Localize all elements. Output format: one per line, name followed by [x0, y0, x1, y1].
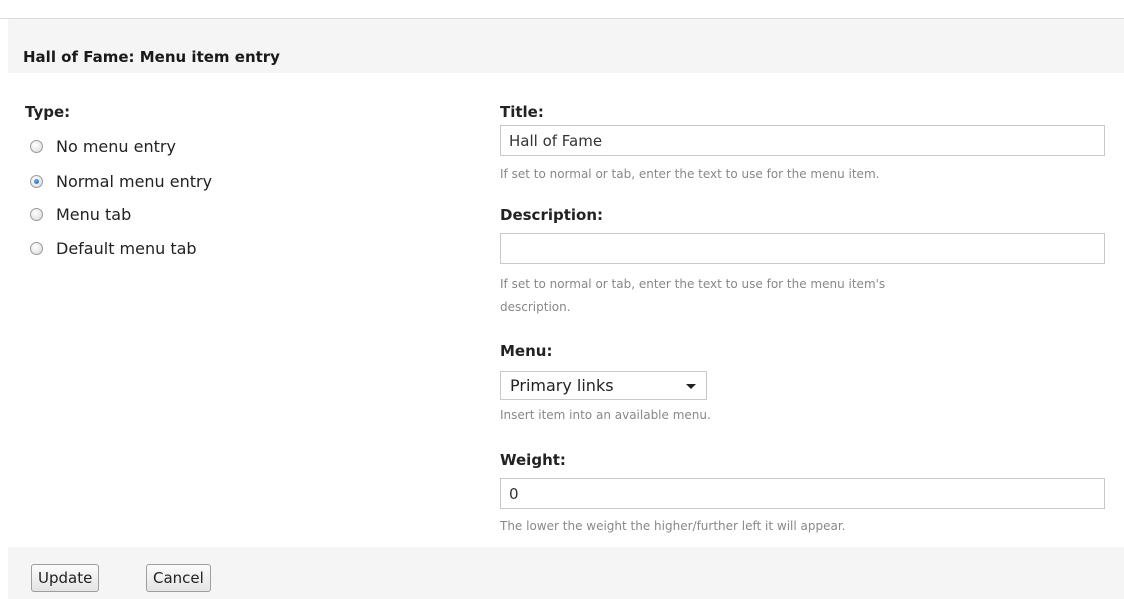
weight-help: The lower the weight the higher/further …: [500, 519, 846, 533]
radio-no-menu-entry[interactable]: No menu entry: [30, 134, 176, 158]
radio-icon[interactable]: [30, 139, 43, 153]
cancel-button[interactable]: Cancel: [146, 564, 211, 592]
title-help: If set to normal or tab, enter the text …: [500, 167, 880, 181]
description-help-line2: description.: [500, 300, 571, 314]
radio-icon[interactable]: [30, 174, 43, 188]
type-label: Type:: [25, 103, 71, 121]
radio-default-menu-tab[interactable]: Default menu tab: [30, 236, 197, 260]
radio-menu-tab[interactable]: Menu tab: [30, 202, 131, 226]
description-label: Description:: [500, 206, 604, 224]
form-title: Hall of Fame: Menu item entry: [23, 48, 280, 66]
update-button[interactable]: Update: [31, 564, 100, 592]
radio-normal-menu-entry[interactable]: Normal menu entry: [30, 169, 212, 193]
radio-icon[interactable]: [30, 241, 43, 255]
menu-label: Menu:: [500, 342, 553, 360]
radio-icon[interactable]: [30, 207, 43, 221]
weight-input[interactable]: [500, 478, 1105, 509]
menu-select-value: Primary links: [510, 376, 614, 395]
title-label: Title:: [500, 103, 544, 121]
chevron-down-icon: [686, 384, 696, 389]
radio-label: Normal menu entry: [56, 171, 213, 191]
menu-select[interactable]: Primary links: [500, 371, 707, 400]
description-input[interactable]: [500, 233, 1105, 264]
description-help-line1: If set to normal or tab, enter the text …: [500, 277, 886, 291]
top-strip: [0, 0, 1124, 599]
radio-label: No menu entry: [56, 136, 176, 156]
radio-label: Default menu tab: [56, 238, 197, 258]
title-input[interactable]: [500, 125, 1105, 156]
radio-label: Menu tab: [56, 204, 132, 224]
weight-label: Weight:: [500, 451, 566, 469]
menu-help: Insert item into an available menu.: [500, 408, 711, 422]
